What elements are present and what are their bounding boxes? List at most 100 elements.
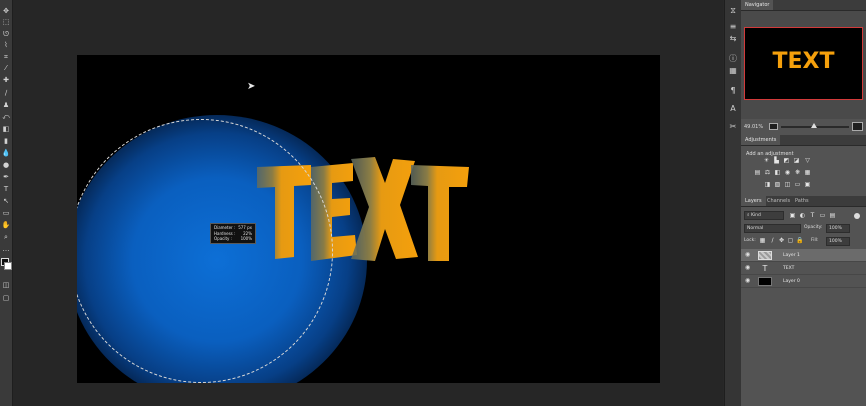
- properties-icon[interactable]: ≡: [728, 22, 738, 32]
- tools-panel: ✥ ⬚ ᘎ ⌇ ⌗ ⁄ ✚ ∕ ♟ ⤺ ◧ ▮ 💧 ● ✒ T ↖ ▭ ✋ ⌕ …: [0, 0, 13, 406]
- layers-tabbar: Layers Channels Paths: [741, 196, 866, 207]
- type-layer-icon: T: [762, 264, 768, 273]
- type-tool-icon[interactable]: T: [1, 184, 11, 194]
- lock-artboard-icon[interactable]: ▢: [787, 237, 794, 244]
- layer-name[interactable]: TEXT: [783, 265, 794, 272]
- tab-paths[interactable]: Paths: [795, 196, 809, 206]
- color-lookup-icon[interactable]: ▦: [804, 169, 811, 176]
- visibility-eye-icon[interactable]: ◉: [745, 252, 752, 258]
- zoom-in-icon[interactable]: [852, 122, 863, 131]
- navigator-preview[interactable]: TEXT: [744, 27, 863, 100]
- background-color-swatch[interactable]: [4, 262, 12, 270]
- levels-icon[interactable]: ▙: [773, 157, 780, 164]
- layer-thumbnail-black: [758, 277, 772, 286]
- hand-tool-icon[interactable]: ✋: [1, 220, 11, 230]
- quick-mask-icon[interactable]: ◫: [1, 280, 11, 290]
- layer-name[interactable]: Layer 1: [783, 252, 800, 259]
- swatches-icon[interactable]: ▦: [728, 66, 738, 76]
- layer-thumbnail-transparent: [758, 251, 772, 260]
- filter-toggle[interactable]: [854, 213, 860, 219]
- tab-adjustments[interactable]: Adjustments: [741, 135, 781, 145]
- curves-icon[interactable]: ◩: [783, 157, 790, 164]
- layer-row-layer-1[interactable]: ◉ Layer 1: [741, 249, 866, 262]
- paragraph-icon[interactable]: ¶: [728, 86, 738, 96]
- stamp-tool-icon[interactable]: ♟: [1, 100, 11, 110]
- zoom-percent[interactable]: 49.01%: [744, 124, 763, 130]
- hud-row-opacity: Opacity :100%: [214, 236, 252, 241]
- posterize-icon[interactable]: ▧: [774, 181, 781, 188]
- dodge-tool-icon[interactable]: ●: [1, 160, 11, 170]
- layer-row-text[interactable]: ◉ T TEXT: [741, 262, 866, 275]
- zoom-out-icon[interactable]: [769, 123, 778, 130]
- filter-pixel-icon[interactable]: ▣: [789, 212, 796, 219]
- selective-color-icon[interactable]: ▣: [804, 181, 811, 188]
- layer-name[interactable]: Layer 0: [783, 278, 800, 285]
- filter-shape-icon[interactable]: ▭: [819, 212, 826, 219]
- blur-tool-icon[interactable]: 💧: [1, 148, 11, 158]
- lock-label: Lock:: [744, 238, 756, 243]
- lock-pixels-icon[interactable]: ∕: [769, 237, 776, 244]
- lock-position-icon[interactable]: ✥: [778, 237, 785, 244]
- color-balance-icon[interactable]: ⚖: [764, 169, 771, 176]
- hue-saturation-icon[interactable]: ▤: [754, 169, 761, 176]
- blend-mode-select[interactable]: Normal: [744, 224, 801, 233]
- lock-transparent-icon[interactable]: ▦: [759, 237, 766, 244]
- tab-layers[interactable]: Layers: [741, 196, 766, 206]
- brightness-icon[interactable]: ☀: [763, 157, 770, 164]
- history-icon[interactable]: ⧖: [728, 6, 738, 16]
- fill-input[interactable]: 100%: [826, 237, 850, 246]
- gradient-map-icon[interactable]: ▭: [794, 181, 801, 188]
- shape-tool-icon[interactable]: ▭: [1, 208, 11, 218]
- black-white-icon[interactable]: ◧: [774, 169, 781, 176]
- tab-navigator[interactable]: Navigator: [741, 0, 774, 10]
- path-select-tool-icon[interactable]: ↖: [1, 196, 11, 206]
- move-tool-icon[interactable]: ✥: [1, 6, 11, 16]
- lock-all-icon[interactable]: 🔒: [796, 237, 803, 244]
- brush-cursor-outline: [77, 119, 333, 383]
- lasso-tool-icon[interactable]: ᘎ: [1, 29, 11, 39]
- exposure-icon[interactable]: ◪: [793, 157, 800, 164]
- more-tools-icon[interactable]: …: [1, 244, 11, 254]
- vibrance-icon[interactable]: ▽: [804, 157, 811, 164]
- eyedropper-tool-icon[interactable]: ⁄: [1, 63, 11, 73]
- adjustments-tabbar: Adjustments: [741, 135, 866, 146]
- layers-list: ◉ Layer 1 ◉ T TEXT ◉ Layer 0: [741, 249, 866, 406]
- zoom-slider-handle[interactable]: [811, 123, 817, 128]
- tool-presets-icon[interactable]: ✂: [728, 122, 738, 132]
- invert-icon[interactable]: ◨: [764, 181, 771, 188]
- tab-channels[interactable]: Channels: [767, 196, 790, 206]
- spot-heal-tool-icon[interactable]: ✚: [1, 75, 11, 85]
- pen-tool-icon[interactable]: ✒: [1, 172, 11, 182]
- adjust-sliders-icon[interactable]: ⇆: [728, 34, 738, 44]
- fill-label: Fill:: [811, 238, 819, 243]
- crop-tool-icon[interactable]: ⌗: [1, 52, 11, 62]
- filter-smart-object-icon[interactable]: ▤: [829, 212, 836, 219]
- visibility-eye-icon[interactable]: ◉: [745, 265, 752, 271]
- document-canvas[interactable]: ➤ Diameter :577 px Hardness :22% Opacity…: [77, 55, 660, 383]
- gradient-tool-icon[interactable]: ▮: [1, 136, 11, 146]
- opacity-input[interactable]: 100%: [826, 224, 850, 233]
- character-icon[interactable]: A: [728, 104, 738, 114]
- visibility-eye-icon[interactable]: ◉: [745, 278, 752, 284]
- history-brush-tool-icon[interactable]: ⤺: [1, 112, 11, 122]
- navigator-zoom-row: 49.01%: [741, 120, 866, 134]
- layer-row-layer-0[interactable]: ◉ Layer 0: [741, 275, 866, 288]
- opacity-label: Opacity:: [804, 225, 823, 230]
- zoom-tool-icon[interactable]: ⌕: [1, 232, 11, 242]
- right-panels: Navigator TEXT 49.01% Adjustments Add an…: [741, 0, 866, 406]
- screen-mode-icon[interactable]: ▢: [1, 293, 11, 303]
- filter-adjustment-icon[interactable]: ◐: [799, 212, 806, 219]
- photo-filter-icon[interactable]: ◉: [784, 169, 791, 176]
- eraser-tool-icon[interactable]: ◧: [1, 124, 11, 134]
- marquee-tool-icon[interactable]: ⬚: [1, 17, 11, 27]
- channel-mixer-icon[interactable]: ❋: [794, 169, 801, 176]
- threshold-icon[interactable]: ◫: [784, 181, 791, 188]
- filter-type-icon[interactable]: T: [809, 212, 816, 219]
- brush-info-hud: Diameter :577 px Hardness :22% Opacity :…: [210, 223, 256, 244]
- info-icon[interactable]: ⓘ: [728, 54, 738, 64]
- brush-tool-icon[interactable]: ∕: [1, 88, 11, 98]
- navigator-preview-text: TEXT: [772, 49, 835, 74]
- navigator-tabbar: Navigator: [741, 0, 866, 11]
- quick-select-tool-icon[interactable]: ⌇: [1, 40, 11, 50]
- layer-filter-kind[interactable]: ⌕ Kind: [744, 211, 784, 220]
